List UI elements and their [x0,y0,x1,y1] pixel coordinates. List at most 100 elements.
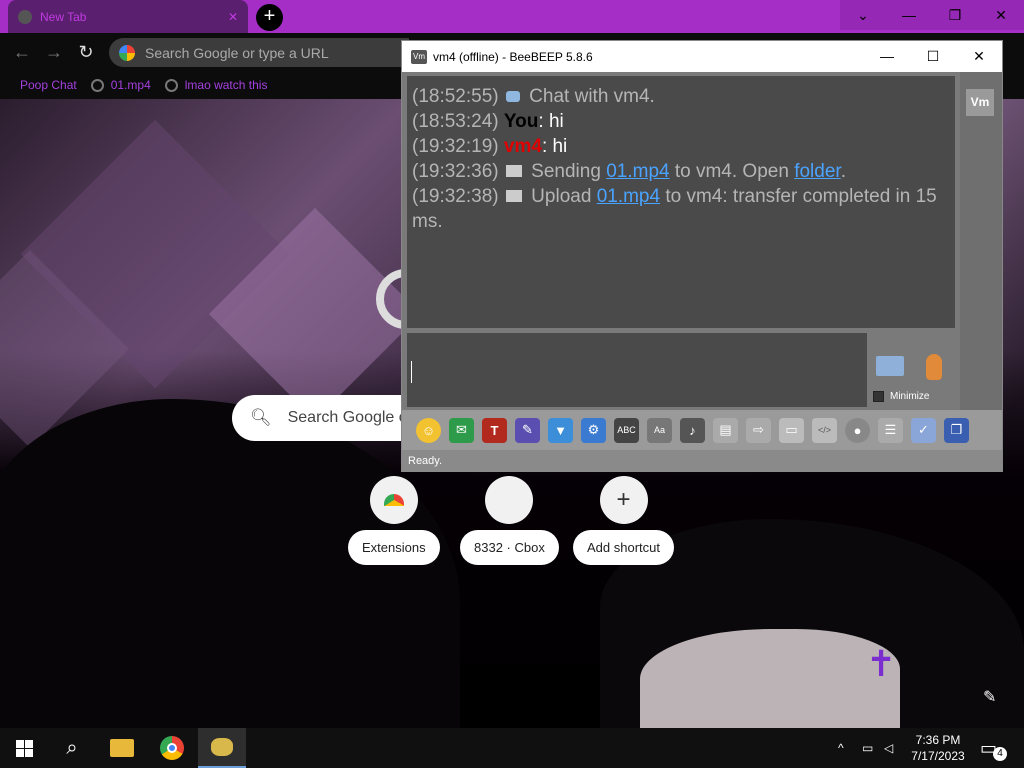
notification-count-badge: 4 [993,747,1008,761]
beebeep-body: (18:52:55) Chat with vm4. (18:53:24) You… [402,72,1002,472]
shortcut-label: 8332 · Cbox [460,530,559,565]
chat-message: : hi [541,136,568,157]
tab-new-tab[interactable]: New Tab ✕ [8,0,248,33]
notifications-icon[interactable]: ▭ 4 [980,728,1011,768]
edit-icon[interactable]: ✓ [911,417,936,443]
beebeep-taskbar-icon[interactable] [198,728,246,768]
new-tab-button[interactable]: + [256,4,283,31]
bookmark-label: Poop Chat [20,78,77,92]
beebeep-close-button[interactable]: ✕ [956,41,1002,72]
google-icon [119,44,135,61]
plus-icon: + [599,476,648,524]
send-message-icon[interactable] [876,356,904,376]
file-transfer-icon [505,165,522,177]
search-icon: 🔍︎ [250,408,272,427]
color-icon[interactable]: ✎ [515,417,540,443]
checkbox-box[interactable] [873,391,884,402]
browser-restore-button[interactable]: ❐ [932,0,978,30]
beebeep-minimize-button[interactable]: — [864,41,910,72]
omnibox-input[interactable] [145,44,395,61]
system-clock[interactable]: 7:36 PM 7/17/2023 [906,732,970,764]
reload-icon[interactable]: ↻ [75,41,97,63]
file-link[interactable]: 01.mp4 [597,186,660,207]
message-input[interactable] [407,333,867,407]
tab-close-icon[interactable]: ✕ [228,10,238,24]
file-link[interactable]: 01.mp4 [606,161,669,182]
shortcut-cbox[interactable]: 8332 · Cbox [460,476,559,565]
document-icon[interactable]: ▤ [713,417,738,443]
customize-pencil-icon[interactable]: ✎ [983,687,996,707]
beebeep-maximize-button[interactable]: ☐ [910,41,956,72]
tab-strip: New Tab ✕ + ⌄ — ❐ ✕ [0,0,1024,33]
chat-timestamp: (19:32:36) [412,161,499,182]
clear-icon[interactable]: ☰ [878,417,903,443]
minimize-label: Minimize [890,391,930,402]
chat-timestamp: (19:32:19) [412,136,499,157]
blank-site-icon [485,476,534,524]
bookmark-01-mp4[interactable]: 01.mp4 [90,78,151,92]
forward-arrow-icon[interactable]: → [43,41,65,63]
settings-icon[interactable]: ⚙ [581,417,606,443]
beebeep-window: Vm vm4 (offline) - BeeBEEP 5.8.6 — ☐ ✕ (… [401,40,1003,472]
bookmark-lmao-watch-this[interactable]: lmao watch this [164,78,267,92]
chat-sender-you: You [503,111,539,132]
chat-timestamp: (18:53:24) [412,111,499,132]
beebeep-titlebar[interactable]: Vm vm4 (offline) - BeeBEEP 5.8.6 — ☐ ✕ [402,41,1002,72]
send-file-icon[interactable]: ✉ [449,417,474,443]
shortcut-extensions[interactable]: Extensions [348,476,440,565]
tab-search-button[interactable]: ⌄ [840,0,886,30]
chat-system-text: . [840,161,846,182]
html-icon[interactable]: </> [812,417,837,443]
chat-history[interactable]: (18:52:55) Chat with vm4. (18:53:24) You… [407,76,955,328]
shortcut-label: Add shortcut [573,530,674,565]
chat-system-text: Chat with vm4. [523,86,655,107]
spellcheck-icon[interactable]: ABC [614,417,639,443]
back-arrow-icon[interactable]: ← [11,41,33,63]
microphone-icon[interactable] [926,354,942,380]
chat-line: (19:32:19) vm4: hi [412,134,950,159]
font-icon[interactable]: T [482,417,507,443]
wallpaper-cross-icon: ✝ [866,643,897,684]
start-button[interactable] [0,728,48,768]
chat-system-text: Sending [525,161,607,182]
member-panel: Vm [960,72,1002,410]
emoticon-icon[interactable]: ☺ [416,417,441,443]
bookmark-poop-chat[interactable]: Poop Chat [20,78,77,92]
screenshot-icon[interactable]: ● [845,417,870,443]
chat-line: (18:52:55) Chat with vm4. [412,84,950,109]
save-chat-icon[interactable]: ▭ [779,417,804,443]
chat-timestamp: (19:32:38) [412,186,499,207]
file-transfer-icon[interactable]: ⇨ [746,417,771,443]
clock-time: 7:36 PM [915,733,961,747]
tray-chevron-icon[interactable]: ^ [838,728,844,768]
search-taskbar-icon[interactable]: ⌕ [48,728,96,768]
minimize-checkbox[interactable]: Minimize [873,391,929,402]
chat-system-text: Upload [525,186,597,207]
chat-line: (18:53:24) You: hi [412,109,950,134]
shortcut-add[interactable]: + Add shortcut [573,476,674,565]
tab-title: New Tab [40,9,87,24]
chat-message: : hi [538,111,564,132]
filter-icon[interactable]: ▼ [548,417,573,443]
folder-link[interactable]: folder [794,161,840,182]
omnibox[interactable] [109,38,409,67]
taskbar: ⌕ ^ ▭ ◁ 7:36 PM 7/17/2023 ▭ 4 [0,728,1024,768]
chat-bubble-icon [505,91,520,102]
clock-date: 7/17/2023 [911,749,965,763]
file-explorer-icon[interactable] [98,728,146,768]
shortcut-label: Extensions [348,530,440,565]
detach-icon[interactable]: ❐ [944,417,969,443]
browser-close-button[interactable]: ✕ [978,0,1024,30]
dictionary-icon[interactable]: Aa [647,417,672,443]
status-bar: Ready. [402,450,1002,472]
network-icon[interactable]: ▭ [862,728,873,768]
note-icon[interactable]: ♪ [680,417,705,443]
volume-muted-icon[interactable]: ◁ [884,728,893,768]
chat-line: (19:32:38) Upload 01.mp4 to vm4: transfe… [412,184,950,234]
file-transfer-icon [505,190,522,202]
member-avatar-vm4[interactable]: Vm [966,89,994,116]
browser-minimize-button[interactable]: — [886,0,932,30]
chrome-taskbar-icon[interactable] [148,728,196,768]
beebeep-app-icon: Vm [411,49,427,64]
globe-icon [164,78,178,92]
